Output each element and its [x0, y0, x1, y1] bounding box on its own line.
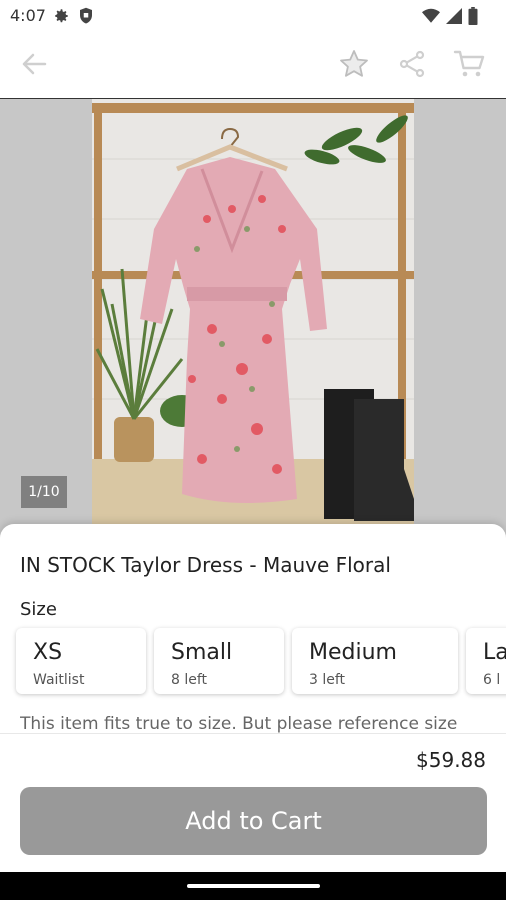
system-nav-bar — [0, 872, 506, 900]
divider — [0, 733, 506, 734]
product-photo — [92, 99, 414, 539]
signal-icon — [446, 8, 462, 28]
top-toolbar — [0, 32, 506, 99]
size-options: XS Waitlist Small 8 left Medium 3 left L… — [16, 628, 506, 694]
image-counter: 1/10 — [21, 476, 67, 508]
favorite-button[interactable] — [336, 48, 372, 84]
back-arrow-icon — [19, 49, 49, 83]
size-stock: Waitlist — [33, 672, 85, 688]
size-stock: 6 l — [483, 672, 501, 688]
size-name: La — [483, 640, 506, 665]
share-icon — [398, 50, 426, 82]
product-description: This item fits true to size. But please … — [20, 714, 458, 734]
size-option-small[interactable]: Small 8 left — [154, 628, 284, 694]
add-to-cart-button[interactable]: Add to Cart — [20, 787, 487, 855]
back-button[interactable] — [16, 48, 52, 84]
gear-icon — [52, 7, 70, 29]
size-stock: 8 left — [171, 672, 208, 688]
share-button[interactable] — [394, 48, 430, 84]
battery-icon — [468, 7, 478, 29]
cart-button[interactable] — [451, 48, 487, 84]
size-option-xs[interactable]: XS Waitlist — [16, 628, 146, 694]
size-label: Size — [20, 599, 57, 620]
home-gesture-handle[interactable] — [187, 884, 320, 888]
wifi-icon — [422, 8, 440, 28]
size-name: Small — [171, 640, 233, 665]
product-title: IN STOCK Taylor Dress - Mauve Floral — [20, 553, 391, 577]
cart-icon — [453, 49, 485, 83]
size-option-large[interactable]: La 6 l — [466, 628, 506, 694]
size-option-medium[interactable]: Medium 3 left — [292, 628, 458, 694]
size-name: XS — [33, 640, 63, 665]
product-price: $59.88 — [416, 748, 486, 772]
size-name: Medium — [309, 640, 397, 665]
shield-icon — [78, 7, 94, 29]
status-time: 4:07 — [10, 6, 46, 25]
product-gallery[interactable] — [0, 99, 506, 539]
size-stock: 3 left — [309, 672, 346, 688]
product-details-sheet: IN STOCK Taylor Dress - Mauve Floral Siz… — [0, 524, 506, 900]
status-bar: 4:07 — [0, 0, 506, 32]
star-icon — [338, 48, 370, 84]
